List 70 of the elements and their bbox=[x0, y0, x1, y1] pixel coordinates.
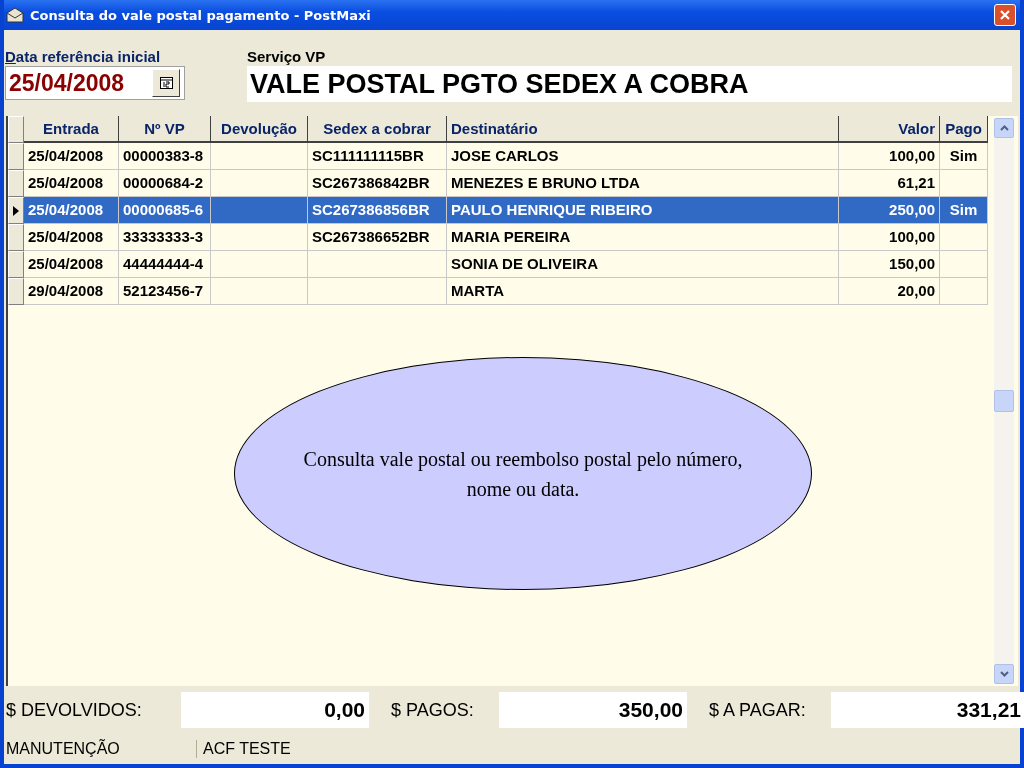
table-cell: 52123456-7 bbox=[123, 282, 204, 299]
column-header[interactable]: Entrada bbox=[24, 116, 119, 143]
total-label: $ DEVOLVIDOS: bbox=[6, 699, 143, 721]
calendar-button[interactable] bbox=[152, 69, 180, 97]
close-icon bbox=[999, 9, 1011, 21]
table-cell: JOSE CARLOS bbox=[451, 147, 559, 164]
table-cell: 00000383-8 bbox=[123, 147, 204, 164]
service-field: VALE POSTAL PGTO SEDEX A COBRA bbox=[247, 66, 1012, 102]
scroll-down-button[interactable] bbox=[994, 664, 1014, 684]
table-cell: MARTA bbox=[451, 282, 505, 299]
date-field[interactable]: 25/04/2008 bbox=[5, 66, 185, 100]
table-cell: 250,00 bbox=[889, 201, 935, 218]
table-row[interactable]: 25/04/2008 00000685-6 SC267386856BR PAULO HENRIQUE RIBEIRO 250,00 Sim bbox=[8, 197, 988, 224]
row-pointer-icon bbox=[13, 205, 19, 216]
table-cell: 25/04/2008 bbox=[28, 255, 104, 272]
table-cell: 61,21 bbox=[897, 174, 935, 191]
table-cell: 25/04/2008 bbox=[28, 201, 104, 218]
table-cell: Sim bbox=[949, 147, 978, 164]
table-cell: 29/04/2008 bbox=[28, 282, 104, 299]
total-field: 0,00 bbox=[181, 692, 369, 728]
close-button[interactable] bbox=[994, 4, 1016, 26]
table-row[interactable]: 29/04/2008 52123456-7 MARTA 20,00 bbox=[8, 278, 988, 305]
window-title: Consulta do vale postal pagamento - PostMaxi bbox=[30, 7, 372, 23]
table-row[interactable]: 25/04/2008 33333333-3 SC267386652BR MARIA PEREIRA 100,00 bbox=[8, 224, 988, 251]
table-cell: SC267386652BR bbox=[312, 228, 430, 245]
table-row[interactable]: 25/04/2008 00000383-8 SC111111115BR JOSE CARLOS 100,00 Sim bbox=[8, 143, 988, 170]
chevron-down-icon bbox=[999, 671, 1009, 677]
table-cell: 100,00 bbox=[889, 228, 935, 245]
total-label: $ PAGOS: bbox=[391, 699, 475, 721]
table-cell: MENEZES E BRUNO LTDA bbox=[451, 174, 640, 191]
table-cell: 00000684-2 bbox=[123, 174, 204, 191]
table-row[interactable]: 25/04/2008 44444444-4 SONIA DE OLIVEIRA 150,00 bbox=[8, 251, 988, 278]
table-cell: 100,00 bbox=[889, 147, 935, 164]
envelope-icon bbox=[6, 7, 24, 23]
column-header[interactable]: Nº VP bbox=[119, 116, 211, 143]
table-cell: SC267386856BR bbox=[312, 201, 430, 218]
table-cell: 25/04/2008 bbox=[28, 147, 104, 164]
table-cell: 44444444-4 bbox=[123, 255, 204, 272]
row-selector[interactable] bbox=[8, 197, 24, 224]
date-label: Data referência inicial bbox=[5, 48, 162, 66]
table-cell: Sim bbox=[949, 201, 978, 218]
status-text: MANUTENÇÃO bbox=[4, 740, 197, 758]
total-field: 350,00 bbox=[499, 692, 687, 728]
table-cell: SC267386842BR bbox=[312, 174, 430, 191]
column-header[interactable]: Sedex a cobrar bbox=[308, 116, 447, 143]
column-header[interactable]: Destinatário bbox=[447, 116, 839, 143]
status-text: ACF TESTE bbox=[202, 740, 292, 758]
scroll-thumb[interactable] bbox=[994, 390, 1014, 412]
column-header[interactable]: Devolução bbox=[211, 116, 308, 143]
table-cell: 150,00 bbox=[889, 255, 935, 272]
calendar-icon bbox=[159, 77, 173, 89]
service-label: Serviço VP bbox=[247, 48, 327, 66]
column-header[interactable]: Pago bbox=[940, 116, 988, 143]
table-cell: 00000685-6 bbox=[123, 201, 204, 218]
table-cell: 25/04/2008 bbox=[28, 228, 104, 245]
table-cell: MARIA PEREIRA bbox=[451, 228, 571, 245]
total-label: $ A PAGAR: bbox=[709, 699, 807, 721]
total-field: 331,21 bbox=[831, 692, 1024, 728]
chevron-up-icon bbox=[999, 125, 1009, 131]
table-cell: 25/04/2008 bbox=[28, 174, 104, 191]
vertical-scrollbar[interactable] bbox=[994, 118, 1014, 684]
table-cell: PAULO HENRIQUE RIBEIRO bbox=[451, 201, 653, 218]
scroll-up-button[interactable] bbox=[994, 118, 1014, 138]
table-cell: 33333333-3 bbox=[123, 228, 204, 245]
table-cell: SC111111115BR bbox=[312, 147, 424, 164]
column-header[interactable]: Valor bbox=[839, 116, 940, 143]
callout-text: Consulta vale postal ou reembolso postal pelo número, nome ou data. bbox=[302, 446, 744, 502]
table-cell: 20,00 bbox=[897, 282, 935, 299]
table-cell: SONIA DE OLIVEIRA bbox=[451, 255, 598, 272]
row-header bbox=[8, 116, 24, 143]
